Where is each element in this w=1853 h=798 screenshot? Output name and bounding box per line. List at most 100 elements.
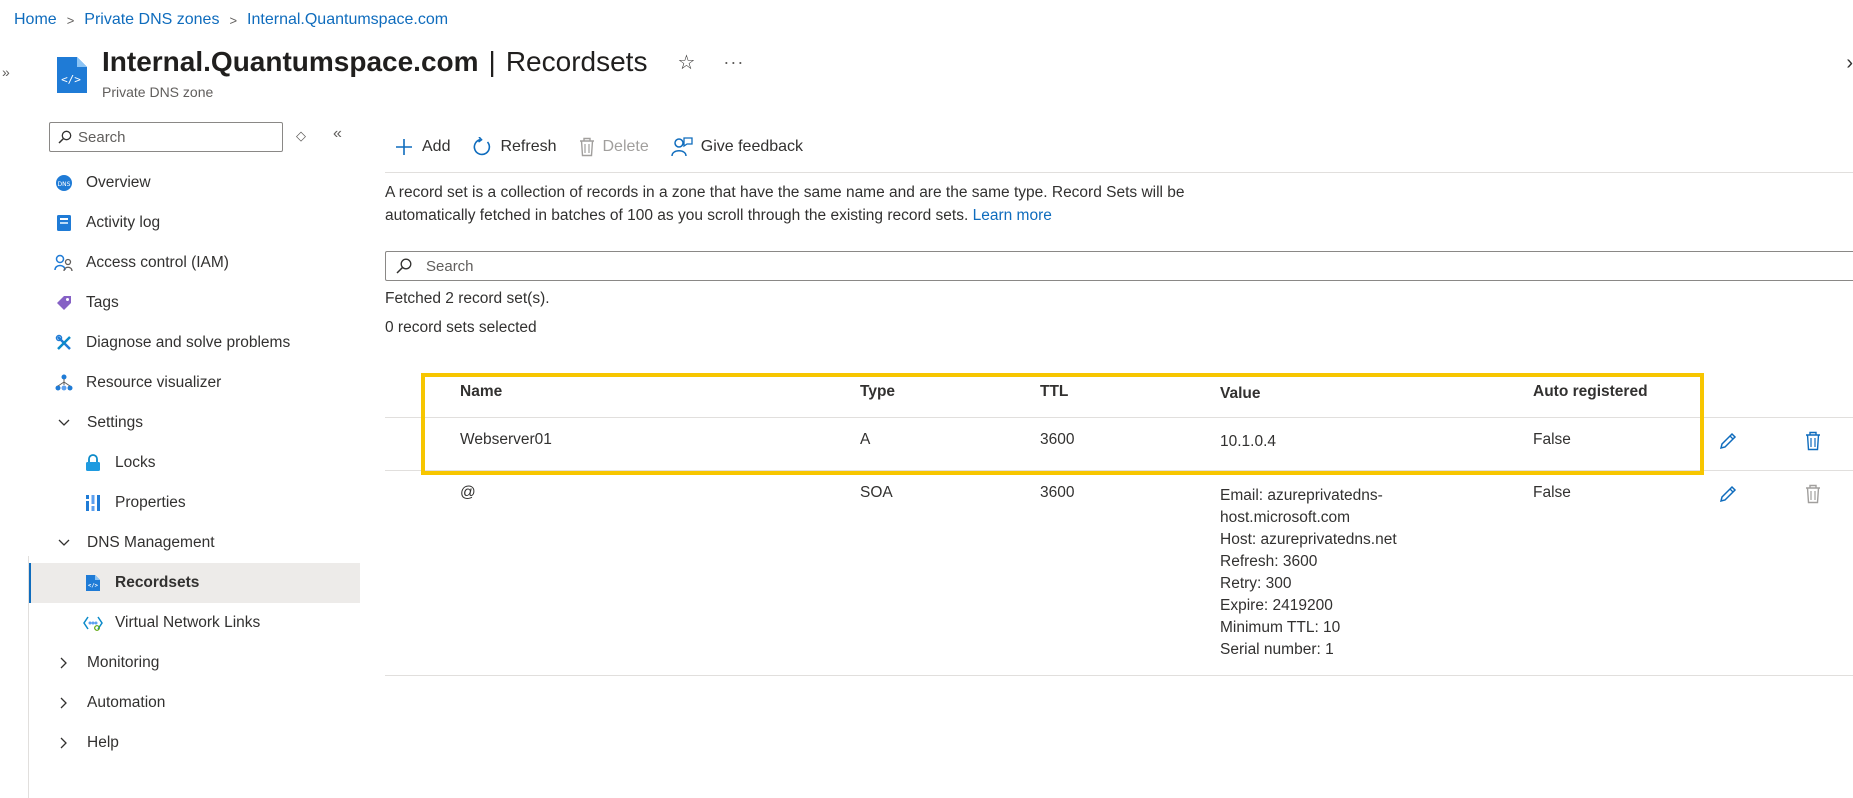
description-text: A record set is a collection of records … bbox=[385, 184, 1185, 224]
learn-more-link[interactable]: Learn more bbox=[973, 207, 1052, 224]
delete-button[interactable]: Delete bbox=[579, 137, 649, 157]
value-line: Email: azureprivatedns- bbox=[1220, 487, 1383, 504]
sidebar-item-diagnose[interactable]: Diagnose and solve problems bbox=[28, 323, 360, 363]
breadcrumb-home[interactable]: Home bbox=[14, 11, 57, 29]
cell-type: A bbox=[860, 431, 871, 448]
recordsets-icon: </> bbox=[82, 572, 104, 594]
sidebar-divider bbox=[28, 556, 29, 798]
sidebar-item-resource-visualizer[interactable]: Resource visualizer bbox=[28, 363, 360, 403]
column-header-value[interactable]: Value bbox=[1220, 383, 1261, 405]
add-button-label: Add bbox=[422, 138, 451, 155]
value-line: Host: azureprivatedns.net bbox=[1220, 531, 1397, 548]
sidebar-group-settings[interactable]: Settings bbox=[28, 403, 360, 443]
breadcrumb-private-dns-zones[interactable]: Private DNS zones bbox=[84, 11, 219, 29]
collapse-sidebar-icon[interactable]: « bbox=[333, 125, 342, 143]
cell-value: Email: azureprivatedns- host.microsoft.c… bbox=[1220, 485, 1397, 661]
table-row[interactable]: @ SOA 3600 Email: azureprivatedns- host.… bbox=[385, 471, 1853, 676]
chevron-down-icon bbox=[53, 419, 75, 427]
selection-status: 0 record sets selected bbox=[385, 319, 537, 336]
visualizer-icon bbox=[53, 372, 75, 394]
refresh-button-label: Refresh bbox=[500, 138, 557, 155]
sidebar-item-label: Access control (IAM) bbox=[86, 254, 229, 271]
table-row[interactable]: Webserver01 A 3600 10.1.0.4 False bbox=[385, 418, 1853, 471]
column-header-auto-registered[interactable]: Auto registered bbox=[1533, 383, 1648, 401]
properties-icon bbox=[82, 492, 104, 514]
private-dns-zone-icon: </> bbox=[57, 57, 87, 93]
sidebar-group-dns-management[interactable]: DNS Management bbox=[28, 523, 360, 563]
sidebar-search[interactable] bbox=[49, 122, 283, 152]
sidebar-item-properties[interactable]: Properties bbox=[28, 483, 360, 523]
records-search[interactable] bbox=[385, 251, 1853, 281]
sort-icon[interactable]: ◇ bbox=[296, 128, 306, 144]
cell-ttl: 3600 bbox=[1040, 431, 1075, 448]
edit-icon[interactable] bbox=[1718, 431, 1738, 456]
value-line: host.microsoft.com bbox=[1220, 509, 1351, 526]
breadcrumb-separator: > bbox=[66, 12, 75, 28]
sidebar-item-label: Tags bbox=[86, 294, 119, 311]
blade-title: Recordsets bbox=[505, 46, 648, 77]
favorite-star-icon[interactable]: ☆ bbox=[677, 50, 695, 75]
breadcrumb-separator: > bbox=[229, 12, 238, 28]
page-subtitle: Private DNS zone bbox=[102, 84, 214, 100]
overview-icon: DNS bbox=[53, 172, 75, 194]
records-search-input[interactable] bbox=[426, 257, 1026, 275]
give-feedback-label: Give feedback bbox=[700, 138, 804, 155]
trash-icon bbox=[1805, 484, 1821, 509]
fetched-status: Fetched 2 record set(s). bbox=[385, 290, 550, 307]
svg-text:</>: </> bbox=[88, 583, 99, 589]
sidebar-item-label: Help bbox=[87, 734, 119, 751]
sidebar-item-tags[interactable]: Tags bbox=[28, 283, 360, 323]
table-header: Name Type TTL Value Auto registered bbox=[385, 372, 1853, 418]
cell-ttl: 3600 bbox=[1040, 484, 1075, 501]
recordsets-table: Name Type TTL Value Auto registered Webs… bbox=[385, 372, 1853, 676]
sidebar-group-automation[interactable]: Automation bbox=[28, 683, 360, 723]
search-icon bbox=[58, 130, 72, 144]
value-line: 10.1.0.4 bbox=[1220, 433, 1277, 450]
sidebar-item-label: Automation bbox=[87, 694, 166, 711]
sidebar-item-virtual-network-links[interactable]: Virtual Network Links bbox=[28, 603, 360, 643]
sidebar-item-locks[interactable]: Locks bbox=[28, 443, 360, 483]
page-title: Internal.Quantumspace.com bbox=[102, 46, 479, 77]
lock-icon bbox=[82, 452, 104, 474]
chevron-right-icon bbox=[53, 697, 75, 709]
close-blade-icon[interactable]: › bbox=[1846, 52, 1853, 75]
sidebar-group-help[interactable]: Help bbox=[28, 723, 360, 763]
value-line: Minimum TTL: 10 bbox=[1220, 619, 1341, 636]
feedback-icon bbox=[671, 137, 693, 157]
give-feedback-button[interactable]: Give feedback bbox=[671, 137, 803, 157]
breadcrumb-zone[interactable]: Internal.Quantumspace.com bbox=[247, 11, 448, 29]
sidebar-item-label: Monitoring bbox=[87, 654, 160, 671]
sidebar-item-recordsets[interactable]: </> Recordsets bbox=[28, 563, 360, 603]
sidebar-search-input[interactable] bbox=[78, 128, 268, 146]
sidebar-item-label: Settings bbox=[87, 414, 144, 431]
trash-icon[interactable] bbox=[1805, 431, 1821, 456]
value-line: Serial number: 1 bbox=[1220, 641, 1334, 658]
sidebar-item-label: Properties bbox=[115, 494, 186, 511]
column-header-type[interactable]: Type bbox=[860, 383, 895, 401]
cell-value: 10.1.0.4 bbox=[1220, 431, 1276, 453]
description: A record set is a collection of records … bbox=[385, 181, 1245, 227]
page-header: </> Internal.Quantumspace.com | Recordse… bbox=[54, 46, 744, 100]
sidebar-group-monitoring[interactable]: Monitoring bbox=[28, 643, 360, 683]
iam-icon bbox=[53, 252, 75, 274]
sidebar-item-iam[interactable]: Access control (IAM) bbox=[28, 243, 360, 283]
network-links-icon bbox=[82, 612, 104, 634]
activity-log-icon bbox=[53, 212, 75, 234]
refresh-button[interactable]: Refresh bbox=[472, 137, 557, 157]
refresh-icon bbox=[472, 137, 492, 157]
column-header-ttl[interactable]: TTL bbox=[1040, 383, 1068, 401]
cell-name[interactable]: Webserver01 bbox=[460, 431, 552, 449]
add-button[interactable]: Add bbox=[394, 137, 450, 157]
more-options-icon[interactable]: ··· bbox=[723, 52, 744, 73]
cell-name[interactable]: @ bbox=[460, 484, 476, 502]
column-header-name[interactable]: Name bbox=[460, 383, 502, 401]
command-bar: Add Refresh Delete Give feedback bbox=[394, 137, 825, 157]
wrench-icon bbox=[53, 332, 75, 354]
expand-sidebar-icon[interactable]: » bbox=[2, 64, 10, 80]
chevron-down-icon bbox=[53, 539, 75, 547]
sidebar-item-label: DNS Management bbox=[87, 534, 215, 551]
sidebar-item-overview[interactable]: DNS Overview bbox=[28, 163, 360, 203]
sidebar-item-activity-log[interactable]: Activity log bbox=[28, 203, 360, 243]
sidebar-item-label: Resource visualizer bbox=[86, 374, 222, 391]
edit-icon[interactable] bbox=[1718, 484, 1738, 509]
